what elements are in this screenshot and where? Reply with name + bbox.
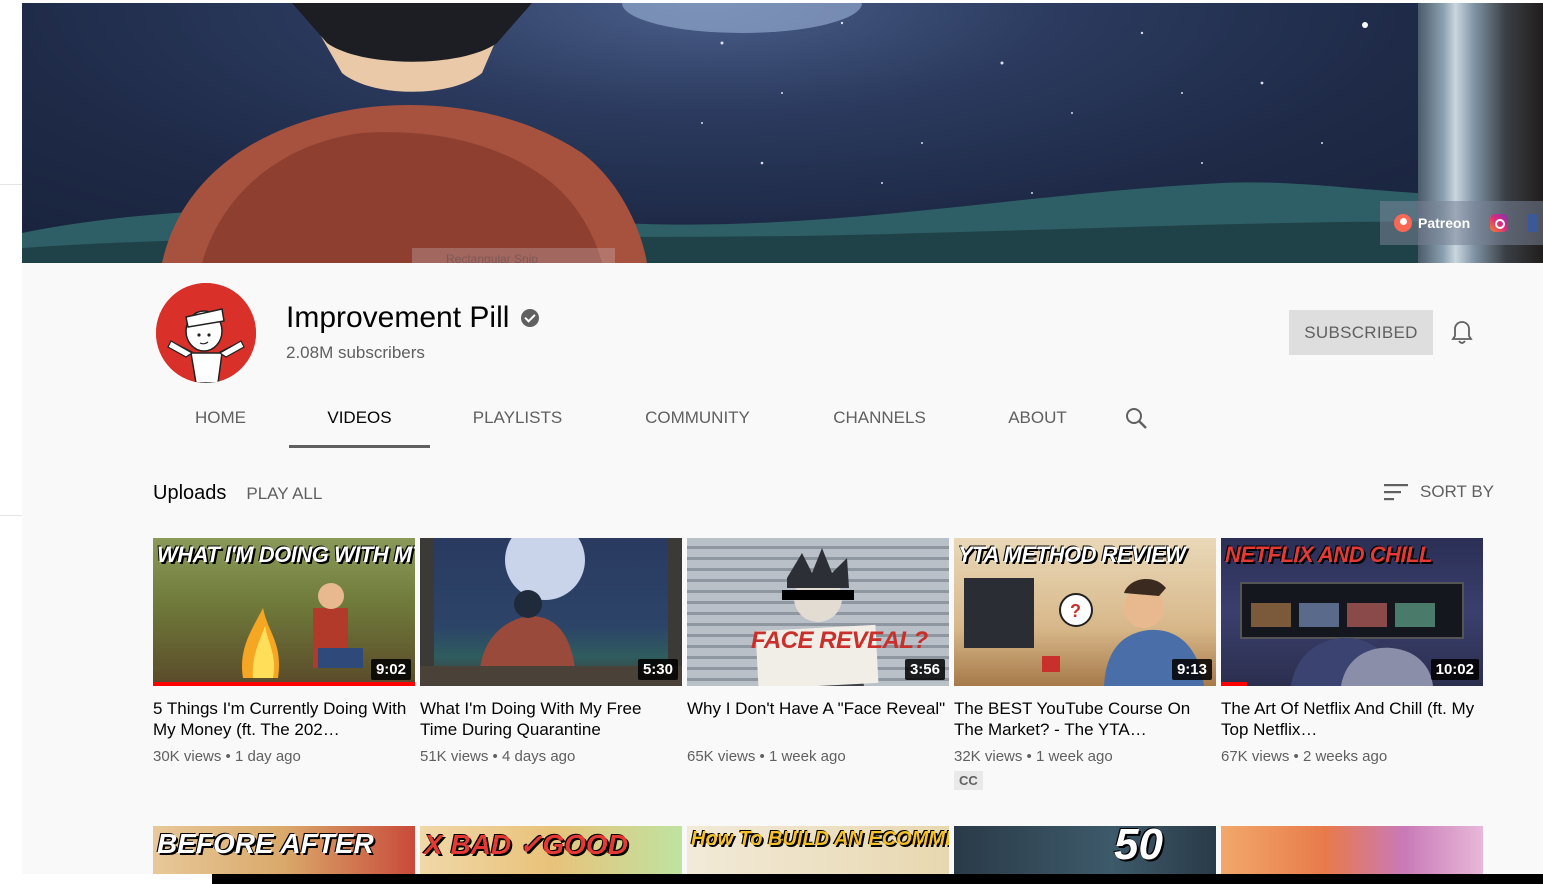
video-title[interactable]: The BEST YouTube Course On The Market? -… xyxy=(954,698,1216,740)
video-meta: 67K views • 2 weeks ago xyxy=(1221,748,1388,765)
video-meta: 51K views • 4 days ago xyxy=(420,748,576,765)
uploads-title[interactable]: Uploads xyxy=(153,482,226,505)
video-title[interactable]: The Art Of Netflix And Chill (ft. My Top… xyxy=(1221,698,1483,740)
snip-tool-label: Rectangular Snip xyxy=(412,248,615,263)
divider xyxy=(0,515,22,516)
video-views: 30K views xyxy=(153,748,222,765)
video-item[interactable]: FACE REVEAL? 3:56 Why I Don't Have A "Fa… xyxy=(687,538,949,790)
sort-by-label: SORT BY xyxy=(1420,482,1495,501)
channel-title: Improvement Pill xyxy=(286,301,540,335)
video-duration: 5:30 xyxy=(637,659,678,680)
video-views: 67K views xyxy=(1221,748,1290,765)
video-age: 4 days ago xyxy=(501,748,576,765)
instagram-icon[interactable] xyxy=(1490,214,1509,232)
watch-progress-bar xyxy=(153,682,415,686)
video-title[interactable]: What I'm Doing With My Free Time During … xyxy=(420,698,682,740)
patreon-link[interactable]: Patreon xyxy=(1394,214,1470,232)
video-views: 32K views xyxy=(954,748,1023,765)
video-duration: 10:02 xyxy=(1430,659,1479,680)
tab-playlists[interactable]: PLAYLISTS xyxy=(430,388,605,448)
avatar-illustration xyxy=(156,283,256,383)
video-item[interactable]: WHAT I'M DOING WITH MY MONEY 9:02 5 Thin… xyxy=(153,538,415,790)
video-meta: 65K views • 1 week ago xyxy=(687,748,846,765)
thumbnail-text: WHAT I'M DOING WITH MY MONEY xyxy=(157,542,415,567)
bottom-strip xyxy=(0,874,212,884)
video-thumbnail[interactable]: FACE REVEAL? 3:56 xyxy=(687,538,949,686)
sort-by-button[interactable]: SORT BY xyxy=(1384,482,1494,502)
video-views: 51K views xyxy=(420,748,489,765)
channel-banner: Patreon Rectangular Snip xyxy=(22,3,1543,263)
play-all-button[interactable]: PLAY ALL xyxy=(246,484,322,504)
channel-header: Improvement Pill 2.08M subscribers SUBSC… xyxy=(22,263,1543,448)
tab-about[interactable]: ABOUT xyxy=(969,388,1106,448)
thumbnail-text: YTA METHOD REVIEW xyxy=(958,542,1186,567)
thumbnail-text: FACE REVEAL? xyxy=(751,627,928,654)
divider xyxy=(0,184,22,185)
facebook-icon[interactable] xyxy=(1528,214,1539,232)
video-age: 1 week ago xyxy=(1035,748,1113,765)
channel-tabs: HOME VIDEOS PLAYLISTS COMMUNITY CHANNELS… xyxy=(152,388,1166,448)
banner-links: Patreon xyxy=(1380,201,1543,245)
tab-home[interactable]: HOME xyxy=(152,388,289,448)
video-item[interactable]: ? YTA METHOD REVIEW 9:13 The BEST YouTub… xyxy=(954,538,1216,790)
video-meta: 30K views • 1 day ago xyxy=(153,748,301,765)
patreon-label: Patreon xyxy=(1418,215,1471,231)
subscriber-count: 2.08M subscribers xyxy=(286,343,425,362)
video-age: 1 day ago xyxy=(234,748,301,765)
thumbnail-text: X BAD ✓GOOD xyxy=(424,829,628,860)
video-age: 1 week ago xyxy=(768,748,846,765)
closed-captions-badge: CC xyxy=(954,771,983,790)
video-item[interactable]: 5:30 What I'm Doing With My Free Time Du… xyxy=(420,538,682,790)
tab-community[interactable]: COMMUNITY xyxy=(605,388,790,448)
video-duration: 9:13 xyxy=(1171,659,1212,680)
left-edge xyxy=(0,0,22,884)
sort-icon xyxy=(1384,484,1408,501)
thumbnail-text: How To BUILD AN ECOMMERCE WEBSITE xyxy=(691,828,949,850)
watch-progress-bar xyxy=(1221,682,1248,686)
verified-check-icon xyxy=(521,309,540,327)
tab-channels[interactable]: CHANNELS xyxy=(790,388,969,448)
channel-search-button[interactable] xyxy=(1106,388,1166,448)
svg-text:?: ? xyxy=(1070,601,1081,621)
video-views: 65K views xyxy=(687,748,756,765)
channel-name: Improvement Pill xyxy=(286,301,510,334)
subscribed-button[interactable]: SUBSCRIBED xyxy=(1289,310,1433,355)
thumbnail-text: BEFORE AFTER xyxy=(157,828,374,859)
video-title[interactable]: 5 Things I'm Currently Doing With My Mon… xyxy=(153,698,415,740)
banner-figure xyxy=(162,3,647,263)
video-meta: 32K views • 1 week ago xyxy=(954,748,1113,765)
video-thumbnail[interactable]: 5:30 xyxy=(420,538,682,686)
video-thumbnail[interactable]: NETFLIX AND CHILL 10:02 xyxy=(1221,538,1483,686)
video-item[interactable]: NETFLIX AND CHILL 10:02 The Art Of Netfl… xyxy=(1221,538,1483,790)
os-taskbar xyxy=(212,874,1543,884)
video-grid: WHAT I'M DOING WITH MY MONEY 9:02 5 Thin… xyxy=(153,538,1483,790)
uploads-header: Uploads PLAY ALL xyxy=(153,482,322,505)
video-thumbnail[interactable]: WHAT I'M DOING WITH MY MONEY 9:02 xyxy=(153,538,415,686)
videos-content: Uploads PLAY ALL SORT BY WHAT I'M DOING … xyxy=(22,448,1543,884)
video-title[interactable]: Why I Don't Have A "Face Reveal" xyxy=(687,698,949,740)
thumbnail-text: 50 xyxy=(1114,826,1163,869)
channel-avatar[interactable] xyxy=(156,283,256,383)
video-age: 2 weeks ago xyxy=(1302,748,1388,765)
video-thumbnail[interactable]: ? YTA METHOD REVIEW 9:13 xyxy=(954,538,1216,686)
search-icon xyxy=(1126,408,1147,429)
tab-videos[interactable]: VIDEOS xyxy=(289,388,430,448)
notification-bell-icon[interactable] xyxy=(1450,320,1474,346)
video-duration: 3:56 xyxy=(904,659,945,680)
thumbnail-text: NETFLIX AND CHILL xyxy=(1225,542,1433,567)
patreon-icon xyxy=(1394,214,1412,232)
video-duration: 9:02 xyxy=(370,659,411,680)
